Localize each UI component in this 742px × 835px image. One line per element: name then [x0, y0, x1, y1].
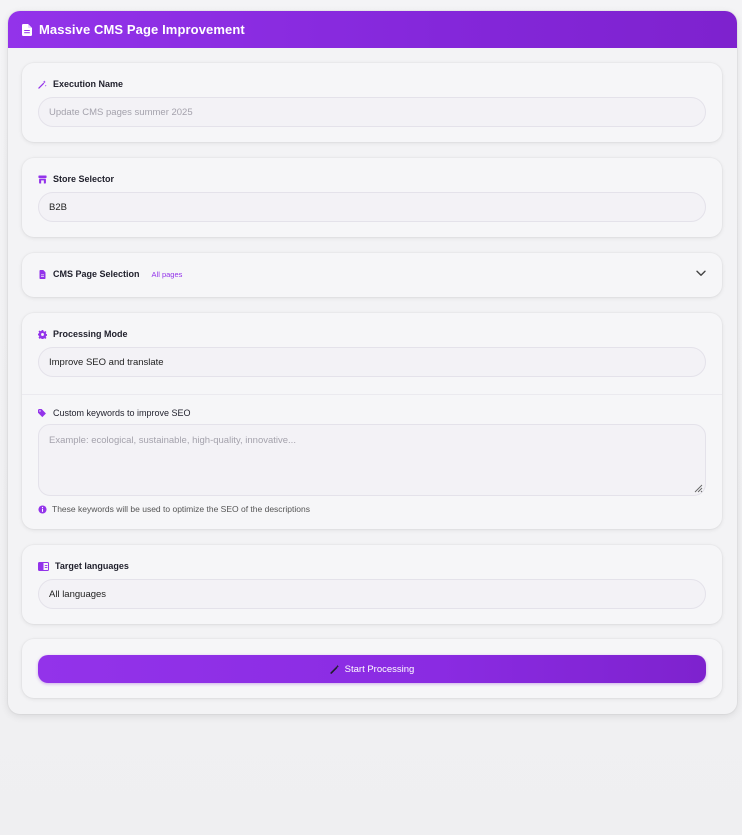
keywords-textarea[interactable]: Example: ecological, sustainable, high-q…: [38, 424, 706, 496]
document-icon: [22, 23, 32, 36]
keywords-label-text: Custom keywords to improve SEO: [53, 408, 191, 418]
execution-name-card: Execution Name Update CMS pages summer 2…: [22, 63, 722, 142]
all-pages-badge: All pages: [151, 269, 183, 279]
store-selector-label: Store Selector: [38, 174, 114, 184]
tags-icon: [38, 408, 46, 417]
target-languages-label-text: Target languages: [55, 561, 129, 571]
processing-mode-card: Processing Mode Improve SEO and translat…: [22, 313, 722, 529]
magic-wand-icon: [330, 664, 339, 674]
store-select[interactable]: B2B: [38, 192, 706, 222]
resize-grip-icon[interactable]: [693, 483, 703, 493]
start-processing-button[interactable]: Start Processing: [38, 655, 706, 683]
document-icon: [39, 269, 46, 279]
gear-icon: [38, 329, 47, 339]
cms-page-selection-label-text: CMS Page Selection: [53, 269, 140, 279]
cms-improvement-panel: Massive CMS Page Improvement Execution N…: [8, 11, 737, 714]
cms-page-selection-label: CMS Page Selection All pages: [38, 269, 182, 279]
processing-mode-label: Processing Mode: [38, 329, 128, 339]
processing-mode-select[interactable]: Improve SEO and translate: [38, 347, 706, 377]
section-divider: [22, 394, 722, 395]
store-selector-card: Store Selector B2B: [22, 158, 722, 237]
magic-wand-icon: [38, 79, 47, 89]
store-icon: [38, 174, 47, 184]
processing-mode-label-text: Processing Mode: [53, 329, 128, 339]
keywords-placeholder: Example: ecological, sustainable, high-q…: [49, 435, 296, 446]
info-icon: [38, 504, 47, 514]
start-processing-label: Start Processing: [344, 663, 415, 675]
page-title: Massive CMS Page Improvement: [39, 22, 245, 37]
execution-name-label: Execution Name: [38, 79, 123, 89]
language-icon: [38, 561, 49, 571]
submit-card: Start Processing: [22, 639, 722, 698]
cms-page-selection-card[interactable]: CMS Page Selection All pages: [22, 253, 722, 297]
target-languages-select[interactable]: All languages: [38, 579, 706, 609]
target-languages-card: Target languages All languages: [22, 545, 722, 624]
execution-name-label-text: Execution Name: [53, 79, 124, 89]
panel-header: Massive CMS Page Improvement: [8, 11, 737, 48]
store-selector-label-text: Store Selector: [53, 174, 115, 184]
keywords-label: Custom keywords to improve SEO: [38, 408, 191, 418]
keywords-hint: These keywords will be used to optimize …: [38, 504, 310, 514]
chevron-down-icon[interactable]: [696, 270, 706, 277]
keywords-hint-text: These keywords will be used to optimize …: [52, 504, 310, 514]
execution-name-input[interactable]: Update CMS pages summer 2025: [38, 97, 706, 127]
target-languages-label: Target languages: [38, 561, 129, 571]
